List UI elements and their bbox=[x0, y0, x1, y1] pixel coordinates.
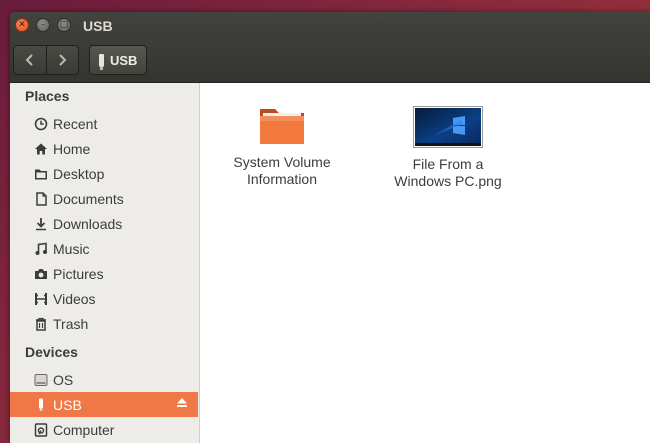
sidebar-item-trash[interactable]: Trash bbox=[10, 311, 198, 336]
maximize-window-button[interactable]: □ bbox=[57, 18, 71, 32]
title-bar: ✕ – □ USB bbox=[10, 12, 650, 40]
usb-icon bbox=[99, 53, 104, 70]
path-bar-label: USB bbox=[110, 52, 138, 68]
sidebar-item-computer[interactable]: Computer bbox=[10, 417, 198, 442]
sidebar-item-label: OS bbox=[53, 371, 74, 388]
music-icon bbox=[34, 242, 48, 256]
close-window-button[interactable]: ✕ bbox=[15, 18, 29, 32]
toolbar: USB bbox=[10, 40, 650, 83]
back-button[interactable] bbox=[14, 46, 46, 74]
sidebar-item-label: Videos bbox=[53, 290, 96, 307]
usb-icon bbox=[34, 398, 48, 412]
chevron-left-icon bbox=[25, 54, 33, 66]
sidebar-item-documents[interactable]: Documents bbox=[10, 186, 198, 211]
sidebar: Places Recent Home Desktop Documents Dow… bbox=[10, 83, 200, 443]
window-title: USB bbox=[83, 18, 113, 34]
sidebar-item-music[interactable]: Music bbox=[10, 236, 198, 261]
sidebar-item-recent[interactable]: Recent bbox=[10, 111, 198, 136]
computer-icon bbox=[34, 422, 48, 437]
sidebar-item-label: Trash bbox=[53, 315, 89, 332]
file-view: System Volume Information File From a Wi… bbox=[200, 83, 650, 443]
sidebar-item-pictures[interactable]: Pictures bbox=[10, 261, 198, 286]
drive-icon bbox=[34, 373, 48, 387]
path-bar-usb-button[interactable]: USB bbox=[89, 45, 147, 75]
devices-heading: Devices bbox=[25, 344, 78, 360]
sidebar-item-label: Music bbox=[53, 240, 90, 257]
sidebar-item-label: Desktop bbox=[53, 165, 105, 182]
sidebar-item-home[interactable]: Home bbox=[10, 136, 198, 161]
sidebar-item-label: Pictures bbox=[53, 265, 104, 282]
minimize-window-button[interactable]: – bbox=[36, 18, 50, 32]
file-item-windows-png[interactable]: File From a Windows PC.png bbox=[383, 106, 513, 190]
file-label: System Volume Information bbox=[233, 154, 331, 187]
file-manager-window: ✕ – □ USB USB Places Recent Home Desktop… bbox=[10, 12, 650, 443]
sidebar-item-videos[interactable]: Videos bbox=[10, 286, 198, 311]
navigation-buttons bbox=[13, 45, 79, 75]
document-icon bbox=[34, 191, 48, 206]
sidebar-item-downloads[interactable]: Downloads bbox=[10, 211, 198, 236]
sidebar-item-label: Downloads bbox=[53, 215, 123, 232]
camera-icon bbox=[34, 267, 48, 281]
sidebar-item-label: Computer bbox=[53, 421, 115, 438]
places-heading: Places bbox=[25, 88, 70, 104]
sidebar-item-label: USB bbox=[53, 396, 82, 413]
sidebar-item-desktop[interactable]: Desktop bbox=[10, 161, 198, 186]
clock-icon bbox=[34, 117, 48, 131]
sidebar-item-label: Recent bbox=[53, 115, 98, 132]
chevron-right-icon bbox=[59, 54, 67, 66]
film-icon bbox=[34, 292, 48, 306]
sidebar-item-usb[interactable]: USB bbox=[10, 392, 198, 417]
forward-button[interactable] bbox=[45, 46, 79, 74]
sidebar-item-os[interactable]: OS bbox=[10, 367, 198, 392]
home-icon bbox=[34, 142, 48, 156]
folder-icon bbox=[34, 167, 48, 181]
folder-icon bbox=[260, 109, 304, 144]
file-item-system-volume-information[interactable]: System Volume Information bbox=[217, 106, 347, 188]
download-icon bbox=[34, 217, 48, 231]
image-thumbnail-icon bbox=[413, 106, 483, 148]
trash-icon bbox=[34, 317, 48, 331]
file-label: File From a Windows PC.png bbox=[394, 156, 502, 189]
sidebar-item-label: Home bbox=[53, 140, 91, 157]
eject-icon[interactable] bbox=[176, 397, 188, 411]
sidebar-item-label: Documents bbox=[53, 190, 124, 207]
